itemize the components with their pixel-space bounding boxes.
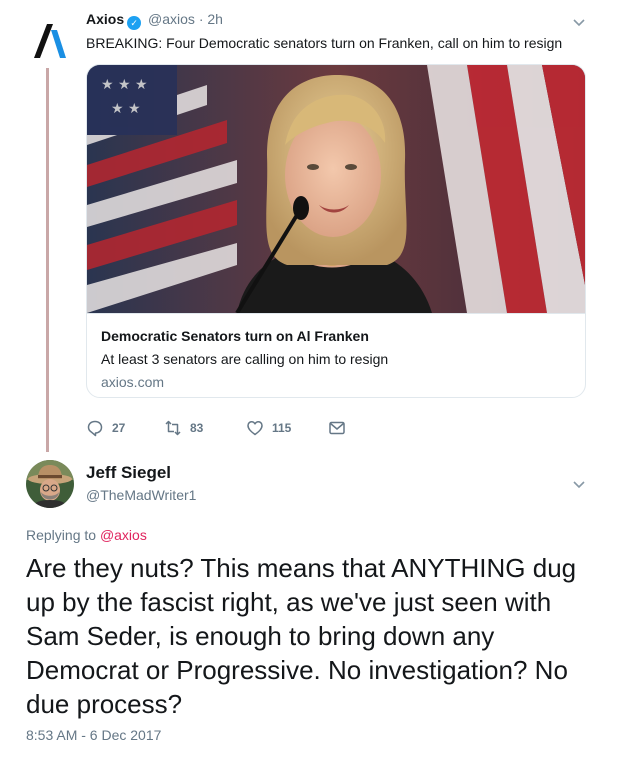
parent-tweet-header: Axios ✓ @axios · 2h bbox=[86, 10, 223, 30]
svg-text:★ ★: ★ ★ bbox=[111, 101, 141, 117]
reply-icon bbox=[87, 420, 103, 437]
chevron-down-icon[interactable] bbox=[572, 16, 586, 30]
reply-count: 27 bbox=[112, 421, 126, 435]
parent-author-handle[interactable]: @axios bbox=[148, 11, 195, 27]
author-name[interactable]: Jeff Siegel bbox=[86, 462, 171, 484]
replying-to: Replying to @axios bbox=[26, 526, 147, 544]
parent-tweet-text: BREAKING: Four Democratic senators turn … bbox=[86, 35, 563, 51]
axios-logo-icon[interactable] bbox=[26, 16, 72, 62]
card-title: Democratic Senators turn on Al Franken bbox=[101, 328, 369, 344]
retweet-button[interactable]: 83 bbox=[164, 418, 203, 438]
tweet-timestamp[interactable]: 8:53 AM - 6 Dec 2017 bbox=[26, 726, 161, 744]
chevron-down-icon[interactable] bbox=[572, 478, 586, 492]
reply-button[interactable]: 27 bbox=[86, 418, 125, 438]
retweet-count: 83 bbox=[190, 421, 204, 435]
direct-message-icon bbox=[329, 421, 345, 435]
retweet-icon bbox=[165, 420, 181, 436]
like-icon bbox=[247, 421, 263, 436]
replying-prefix: Replying to bbox=[26, 527, 97, 543]
replying-handle-link[interactable]: @axios bbox=[100, 527, 147, 543]
thread-line bbox=[46, 68, 49, 452]
parent-separator: · bbox=[198, 11, 204, 27]
tweet-text: Are they nuts? This means that ANYTHING … bbox=[26, 553, 577, 719]
card-image: ★ ★ ★ ★ ★ bbox=[87, 65, 585, 313]
link-card[interactable]: ★ ★ ★ ★ ★ Democratic Senators turn on Al… bbox=[86, 64, 586, 398]
author-handle[interactable]: @TheMadWriter1 bbox=[86, 486, 196, 504]
parent-author-name[interactable]: Axios bbox=[86, 11, 124, 27]
direct-message-button[interactable] bbox=[328, 418, 346, 438]
avatar[interactable] bbox=[26, 460, 74, 508]
card-description: At least 3 senators are calling on him t… bbox=[101, 351, 389, 367]
like-button[interactable]: 115 bbox=[246, 418, 291, 438]
like-count: 115 bbox=[272, 421, 292, 435]
verified-icon: ✓ bbox=[127, 16, 142, 30]
card-domain: axios.com bbox=[101, 374, 165, 390]
parent-tweet[interactable]: Axios ✓ @axios · 2h BREAKING: Four Democr… bbox=[0, 0, 618, 452]
parent-actions: 27 83 115 bbox=[86, 418, 386, 438]
svg-text:★ ★ ★: ★ ★ ★ bbox=[101, 77, 148, 93]
card-body: Democratic Senators turn on Al Franken A… bbox=[87, 313, 585, 397]
parent-time[interactable]: 2h bbox=[207, 11, 223, 27]
